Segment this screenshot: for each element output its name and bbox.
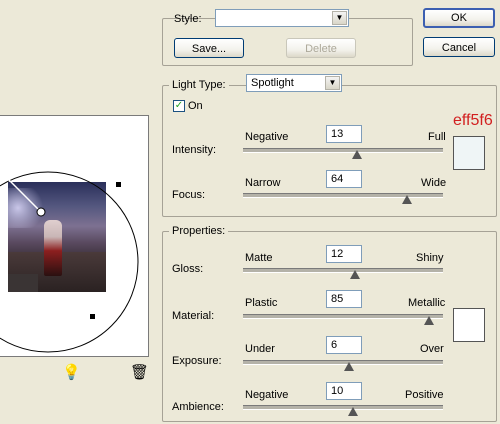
focus-min-label: Narrow [245,177,281,189]
intensity-slider-thumb[interactable] [352,150,362,159]
light-color-swatch[interactable] [453,136,485,170]
ambience-min-label: Negative [245,389,289,401]
on-checkbox[interactable]: ✓ [173,100,185,112]
ambience-max-label: Positive [405,389,444,401]
material-slider-thumb[interactable] [424,316,434,325]
gloss-max-label: Shiny [416,252,444,264]
intensity-slider-track[interactable] [243,148,443,153]
chevron-down-icon: ▼ [332,11,347,25]
ambience-label: Ambience: [172,401,224,413]
gloss-min-label: Matte [245,252,273,264]
light-type-dropdown[interactable]: Spotlight ▼ [246,74,342,92]
lightbulb-icon[interactable]: 💡 [62,365,81,383]
ambience-slider-thumb[interactable] [348,407,358,416]
color-hex-label: eff5f6 [453,112,493,129]
light-preview-pane[interactable] [0,115,149,357]
exposure-max-label: Over [420,343,444,355]
chevron-down-icon: ▼ [325,76,340,90]
focus-input[interactable]: 64 [326,170,362,188]
intensity-max-label: Full [428,131,446,143]
material-min-label: Plastic [245,297,278,309]
exposure-slider-thumb[interactable] [344,362,354,371]
cancel-button[interactable]: Cancel [423,37,495,57]
material-color-swatch[interactable] [453,308,485,342]
light-type-value: Spotlight [251,77,294,89]
material-slider-track[interactable] [243,314,443,319]
ambience-slider-track[interactable] [243,405,443,410]
focus-label: Focus: [172,189,206,201]
intensity-min-label: Negative [245,131,289,143]
focus-max-label: Wide [421,177,447,189]
material-input[interactable]: 85 [326,290,362,308]
gloss-input[interactable]: 12 [326,245,362,263]
focus-slider-track[interactable] [243,193,443,198]
trash-icon[interactable]: 🗑 [130,365,149,383]
properties-title: Properties: [169,225,229,237]
exposure-input[interactable]: 6 [326,336,362,354]
exposure-label: Exposure: [172,355,222,367]
gloss-slider-thumb[interactable] [350,270,360,279]
style-label: Style: [174,13,202,25]
light-type-label: Light Type: [169,79,229,91]
style-dropdown[interactable]: ▼ [215,9,349,27]
gloss-label: Gloss: [172,263,204,275]
material-label: Material: [172,310,215,322]
ambience-input[interactable]: 10 [326,382,362,400]
on-label: On [188,100,203,112]
exposure-min-label: Under [245,343,275,355]
intensity-label: Intensity: [172,144,217,156]
exposure-slider-track[interactable] [243,360,443,365]
save-button[interactable]: Save... [174,38,244,58]
gloss-slider-track[interactable] [243,268,443,273]
intensity-input[interactable]: 13 [326,125,362,143]
ok-button[interactable]: OK [423,8,495,28]
delete-button[interactable]: Delete [286,38,356,58]
focus-slider-thumb[interactable] [402,195,412,204]
material-max-label: Metallic [408,297,446,309]
